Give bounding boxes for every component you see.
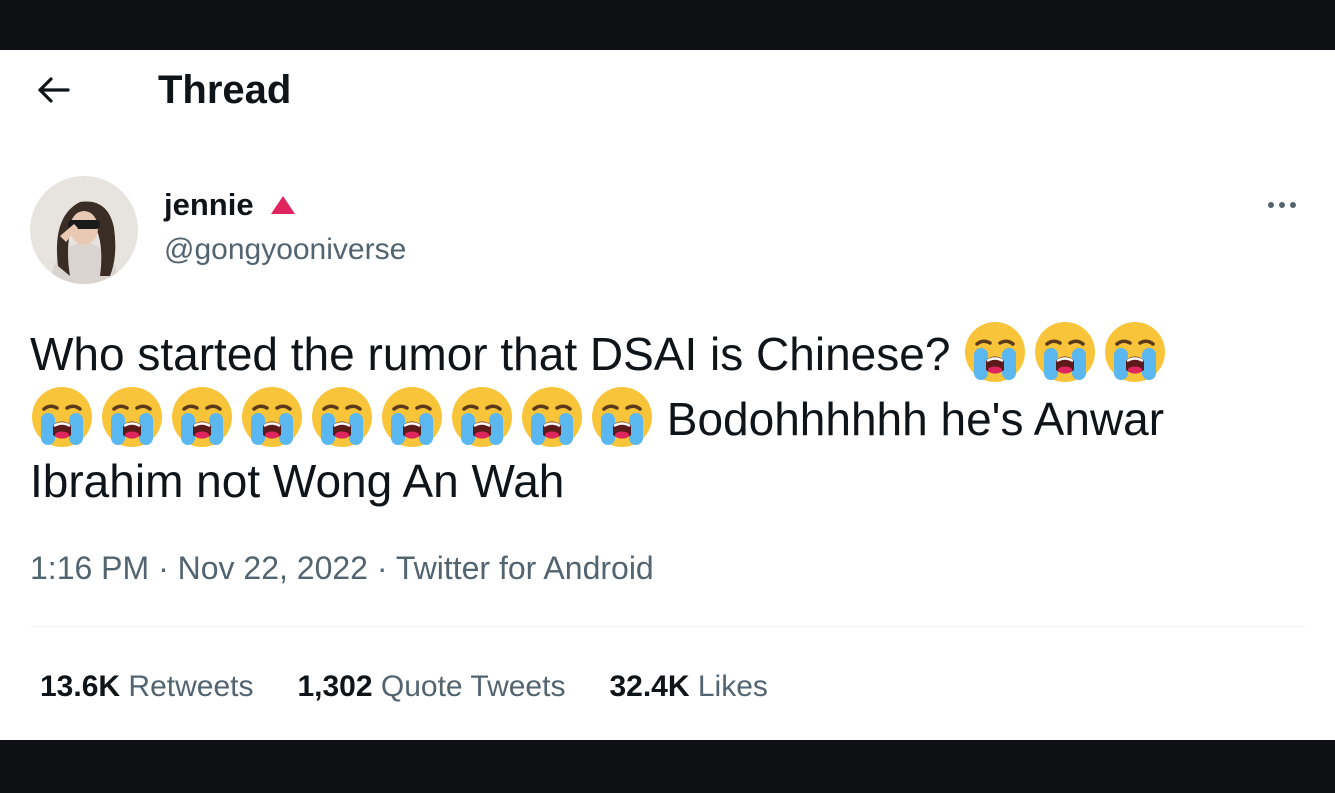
letterbox-top	[0, 0, 1335, 50]
tweet-time[interactable]: 1:16 PM	[30, 550, 149, 586]
tweet-text: Who started the rumor that DSAI is Chine…	[30, 320, 1305, 512]
loudly-crying-face-icon	[590, 385, 654, 449]
likes-count: 32.4K	[609, 670, 690, 703]
meta-separator: ·	[376, 550, 388, 586]
tweet-text-line1: Who started the rumor that DSAI is Chine…	[30, 328, 951, 380]
more-horizontal-icon	[1268, 202, 1274, 208]
back-button[interactable]	[30, 70, 76, 110]
loudly-crying-face-icon	[310, 385, 374, 449]
divider	[30, 626, 1305, 627]
red-triangle-icon	[270, 196, 295, 214]
tweet-stats: 13.6K Retweets 1,302 Quote Tweets 32.4K …	[40, 667, 768, 707]
loudly-crying-face-icon	[170, 385, 234, 449]
quote-tweets-label: Quote Tweets	[380, 670, 566, 703]
author-name-row: jennie	[164, 186, 298, 224]
letterbox-bottom	[0, 740, 1335, 793]
retweets-stat[interactable]: 13.6K Retweets	[40, 667, 253, 707]
quote-tweets-count: 1,302	[297, 670, 373, 703]
emoji-run-2	[30, 385, 654, 449]
tweet-meta: 1:16 PM · Nov 22, 2022 · Twitter for And…	[30, 548, 654, 588]
more-button[interactable]	[1260, 188, 1304, 222]
tweet-text-line2: Bodohhhhhh he's Anwar	[666, 393, 1165, 445]
loudly-crying-face-icon	[963, 320, 1027, 384]
page-title: Thread	[158, 68, 292, 112]
loudly-crying-face-icon	[1033, 320, 1097, 384]
display-name[interactable]: jennie	[164, 186, 254, 224]
emoji-run-1	[963, 320, 1167, 384]
retweets-label: Retweets	[128, 670, 254, 703]
arrow-left-icon	[38, 77, 70, 103]
loudly-crying-face-icon	[1103, 320, 1167, 384]
loudly-crying-face-icon	[450, 385, 514, 449]
loudly-crying-face-icon	[30, 385, 94, 449]
loudly-crying-face-icon	[100, 385, 164, 449]
tweet-text-line3: Ibrahim not Wong An Wah	[30, 455, 565, 507]
likes-label: Likes	[697, 670, 768, 703]
retweets-count: 13.6K	[40, 670, 121, 703]
loudly-crying-face-icon	[380, 385, 444, 449]
meta-separator: ·	[158, 550, 169, 586]
tweet-source[interactable]: Twitter for Android	[396, 550, 654, 586]
quote-tweets-stat[interactable]: 1,302 Quote Tweets	[297, 667, 565, 707]
author-handle[interactable]: @gongyooniverse	[164, 232, 406, 268]
avatar[interactable]	[30, 176, 138, 284]
tweet-date[interactable]: Nov 22, 2022	[178, 550, 368, 586]
loudly-crying-face-icon	[520, 385, 584, 449]
likes-stat[interactable]: 32.4K Likes	[609, 667, 767, 707]
loudly-crying-face-icon	[240, 385, 304, 449]
